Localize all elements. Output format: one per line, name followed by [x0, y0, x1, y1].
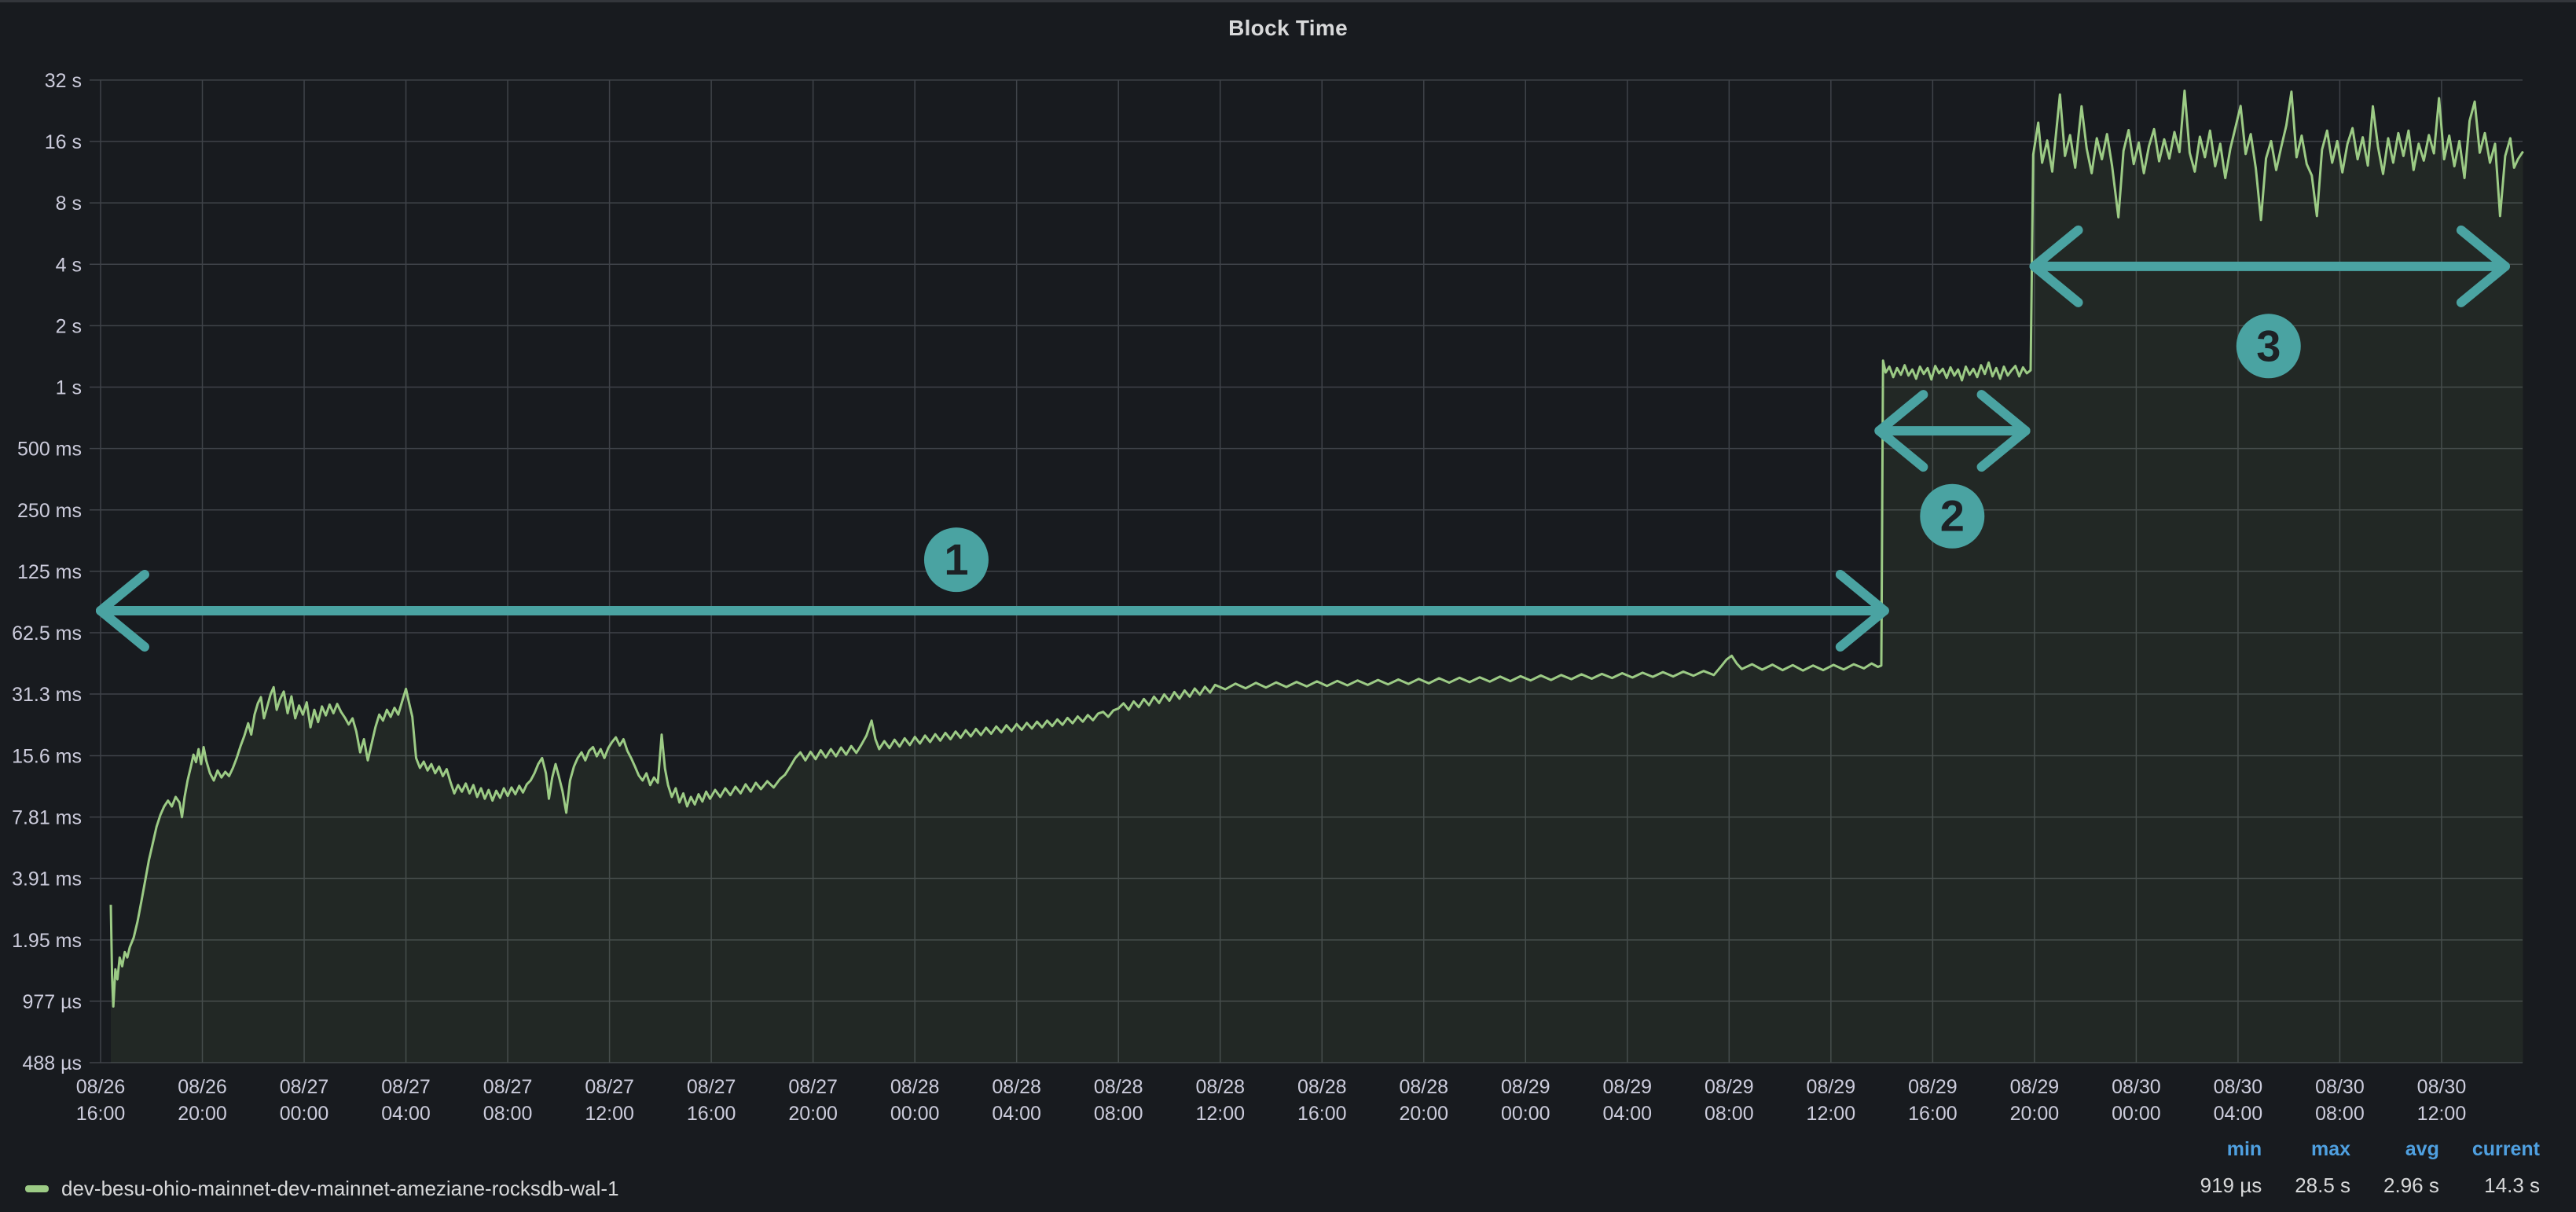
y-tick-label: 32 s — [45, 70, 82, 92]
x-tick-time: 08:00 — [2315, 1103, 2365, 1125]
series-color-swatch[interactable] — [25, 1185, 49, 1192]
x-tick-time: 04:00 — [992, 1103, 1041, 1125]
x-tick-time: 08:00 — [483, 1103, 533, 1125]
x-tick-date: 08/28 — [1399, 1076, 1448, 1098]
y-tick-label: 1 s — [56, 377, 82, 399]
x-tick-date: 08/29 — [2010, 1076, 2060, 1098]
x-tick-time: 04:00 — [381, 1103, 431, 1125]
y-tick-label: 62.5 ms — [12, 623, 82, 645]
y-tick-label: 15.6 ms — [12, 745, 82, 767]
legend-stats: min 919 µs max 28.5 s avg 2.96 s current… — [2200, 1138, 2540, 1196]
x-tick-time: 20:00 — [1399, 1103, 1448, 1125]
x-tick-time: 00:00 — [890, 1103, 940, 1125]
x-tick-date: 08/27 — [788, 1076, 838, 1098]
x-tick-time: 16:00 — [687, 1103, 736, 1125]
arrow-segment — [1840, 611, 1884, 647]
x-tick-time: 04:00 — [2214, 1103, 2263, 1125]
x-tick-time: 12:00 — [1807, 1103, 1856, 1125]
x-tick-time: 08:00 — [1094, 1103, 1143, 1125]
stat-min-value: 919 µs — [2200, 1174, 2262, 1196]
x-tick-date: 08/27 — [280, 1076, 329, 1098]
arrow-segment — [101, 575, 145, 611]
x-tick-time: 00:00 — [1501, 1103, 1550, 1125]
x-tick-date: 08/26 — [178, 1076, 227, 1098]
x-tick-time: 16:00 — [1908, 1103, 1958, 1125]
x-tick-time: 16:00 — [76, 1103, 126, 1125]
y-tick-label: 2 s — [56, 315, 82, 337]
y-tick-label: 16 s — [45, 131, 82, 153]
y-tick-label: 1.95 ms — [12, 930, 82, 952]
y-tick-label: 3.91 ms — [12, 868, 82, 890]
x-tick-date: 08/28 — [1297, 1076, 1347, 1098]
x-tick-date: 08/28 — [1195, 1076, 1245, 1098]
x-tick-date: 08/28 — [1094, 1076, 1143, 1098]
x-tick-date: 08/29 — [1704, 1076, 1754, 1098]
annotation-number-2: 2 — [1940, 491, 1965, 541]
x-tick-date: 08/26 — [76, 1076, 126, 1098]
x-tick-date: 08/27 — [687, 1076, 736, 1098]
x-tick-date: 08/29 — [1603, 1076, 1653, 1098]
stat-max-header[interactable]: max — [2311, 1138, 2350, 1160]
y-tick-label: 488 µs — [22, 1052, 82, 1074]
y-tick-label: 250 ms — [17, 500, 82, 522]
x-tick-date: 08/27 — [585, 1076, 634, 1098]
x-tick-time: 00:00 — [2112, 1103, 2161, 1125]
y-tick-label: 31.3 ms — [12, 684, 82, 706]
x-tick-time: 12:00 — [2417, 1103, 2467, 1125]
timeseries-chart[interactable]: 488 µs 977 µs 1.95 ms 3.91 ms 7.81 ms 15.6 ms… — [0, 0, 2576, 1212]
x-tick-time: 12:00 — [1195, 1103, 1245, 1125]
x-tick-date: 08/27 — [483, 1076, 533, 1098]
y-tick-label: 8 s — [56, 193, 82, 215]
stat-max-value: 28.5 s — [2295, 1174, 2350, 1196]
x-tick-time: 20:00 — [2010, 1103, 2060, 1125]
stat-current: current 14.3 s — [2472, 1138, 2540, 1196]
x-tick-time: 20:00 — [178, 1103, 227, 1125]
annotation-arrow-1 — [101, 575, 1884, 647]
stat-avg: avg 2.96 s — [2383, 1138, 2439, 1196]
legend: dev-besu-ohio-mainnet-dev-mainnet-amezia… — [25, 1174, 619, 1203]
y-tick-label: 125 ms — [17, 561, 82, 583]
x-tick-time: 16:00 — [1297, 1103, 1347, 1125]
x-tick-date: 08/27 — [381, 1076, 431, 1098]
annotation-number-1: 1 — [944, 534, 968, 584]
annotation-number-3: 3 — [2256, 321, 2281, 370]
stat-current-header[interactable]: current — [2472, 1138, 2540, 1160]
arrow-segment — [1840, 575, 1884, 611]
y-tick-label: 500 ms — [17, 439, 82, 461]
x-tick-date: 08/28 — [890, 1076, 940, 1098]
x-tick-time: 00:00 — [280, 1103, 329, 1125]
x-tick-time: 12:00 — [585, 1103, 634, 1125]
x-tick-date: 08/29 — [1908, 1076, 1958, 1098]
x-tick-date: 08/28 — [992, 1076, 1041, 1098]
y-tick-label: 977 µs — [22, 991, 82, 1013]
series-area — [111, 90, 2523, 1063]
stat-avg-value: 2.96 s — [2383, 1174, 2439, 1196]
stat-min-header[interactable]: min — [2227, 1138, 2262, 1160]
y-tick-label: 7.81 ms — [12, 806, 82, 828]
y-tick-label: 4 s — [56, 254, 82, 276]
stat-avg-header[interactable]: avg — [2405, 1138, 2439, 1160]
x-tick-date: 08/30 — [2315, 1076, 2365, 1098]
x-tick-time: 04:00 — [1603, 1103, 1653, 1125]
x-tick-date: 08/29 — [1807, 1076, 1856, 1098]
arrow-segment — [101, 611, 145, 647]
x-tick-date: 08/29 — [1501, 1076, 1550, 1098]
stat-current-value: 14.3 s — [2484, 1174, 2540, 1196]
x-tick-date: 08/30 — [2112, 1076, 2161, 1098]
x-tick-time: 08:00 — [1704, 1103, 1754, 1125]
stat-min: min 919 µs — [2200, 1138, 2262, 1196]
x-tick-date: 08/30 — [2417, 1076, 2467, 1098]
x-tick-date: 08/30 — [2214, 1076, 2263, 1098]
x-tick-time: 20:00 — [788, 1103, 838, 1125]
stat-max: max 28.5 s — [2295, 1138, 2350, 1196]
series-label[interactable]: dev-besu-ohio-mainnet-dev-mainnet-amezia… — [61, 1177, 619, 1201]
